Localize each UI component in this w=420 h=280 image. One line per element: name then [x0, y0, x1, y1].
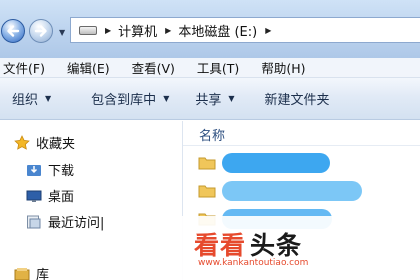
include-in-library-button[interactable]: 包含到库中 ▼ — [91, 89, 169, 108]
watermark-brand-red: 看看 — [194, 231, 247, 260]
sidebar-item-recent-places[interactable]: 最近访问| — [26, 212, 104, 231]
back-button[interactable] — [1, 19, 25, 43]
sidebar-item-label: 最近访问| — [48, 216, 105, 231]
sidebar-item-label: 收藏夹 — [36, 137, 76, 152]
sidebar-item-label: 库 — [36, 268, 50, 280]
breadcrumb-separator[interactable]: ▶ — [165, 26, 171, 35]
chevron-down-icon: ▼ — [45, 94, 52, 103]
desktop-icon — [26, 188, 42, 204]
redacted-file-name — [222, 153, 330, 173]
title-address-area: ▼ ▶ 计算机 ▶ 本地磁盘 (E:) ▶ — [0, 0, 420, 58]
column-header-name[interactable]: 名称 — [199, 125, 225, 144]
drive-icon — [79, 25, 97, 35]
sidebar-item-desktop[interactable]: 桌面 — [26, 186, 74, 205]
header-divider — [183, 145, 420, 146]
command-bar: 组织 ▼ 包含到库中 ▼ 共享 ▼ 新建文件夹 — [0, 78, 420, 120]
new-folder-button[interactable]: 新建文件夹 — [265, 89, 330, 108]
sidebar-item-favorites[interactable]: 收藏夹 — [14, 133, 75, 152]
menu-tools[interactable]: 工具(T) — [197, 58, 239, 77]
watermark-logo: 看看 头条 — [194, 226, 302, 262]
menu-bar: 文件(F) 编辑(E) 查看(V) 工具(T) 帮助(H) — [0, 58, 420, 78]
include-in-library-label: 包含到库中 — [91, 93, 157, 108]
watermark-brand-dark: 头条 — [250, 231, 303, 260]
share-label: 共享 — [195, 93, 222, 108]
download-folder-icon — [26, 162, 42, 178]
breadcrumb-separator[interactable]: ▶ — [105, 26, 111, 35]
recent-pages-dropdown[interactable]: ▼ — [59, 28, 65, 37]
breadcrumb-local-disk[interactable]: 本地磁盘 (E:) — [178, 21, 257, 40]
sidebar-item-libraries[interactable]: 库 — [14, 264, 49, 280]
breadcrumb-computer[interactable]: 计算机 — [118, 21, 157, 40]
folder-icon — [198, 184, 216, 198]
menu-view[interactable]: 查看(V) — [132, 58, 175, 77]
new-folder-label: 新建文件夹 — [264, 93, 330, 108]
forward-arrow-icon — [34, 25, 47, 37]
forward-button[interactable] — [29, 19, 53, 43]
share-button[interactable]: 共享 ▼ — [195, 89, 234, 108]
address-bar[interactable]: ▶ 计算机 ▶ 本地磁盘 (E:) ▶ — [70, 17, 420, 43]
sidebar-item-label: 下载 — [48, 164, 75, 179]
organize-label: 组织 — [12, 93, 39, 108]
menu-file[interactable]: 文件(F) — [3, 58, 45, 77]
back-arrow-icon — [7, 25, 20, 37]
chevron-down-icon: ▼ — [228, 94, 235, 103]
menu-edit[interactable]: 编辑(E) — [67, 58, 110, 77]
list-item[interactable] — [198, 153, 330, 173]
recent-places-icon — [26, 214, 42, 230]
list-item[interactable] — [198, 181, 362, 201]
library-icon — [14, 266, 30, 280]
breadcrumb-separator[interactable]: ▶ — [265, 26, 271, 35]
sidebar-item-label: 桌面 — [48, 190, 75, 205]
menu-help[interactable]: 帮助(H) — [261, 58, 305, 77]
sidebar-item-downloads[interactable]: 下载 — [26, 160, 74, 179]
redacted-file-name — [222, 181, 362, 201]
organize-button[interactable]: 组织 ▼ — [12, 89, 51, 108]
watermark-url: www.kankantoutiao.com — [198, 258, 309, 268]
star-icon — [14, 134, 30, 151]
folder-icon — [198, 156, 216, 170]
chevron-down-icon: ▼ — [163, 94, 170, 103]
